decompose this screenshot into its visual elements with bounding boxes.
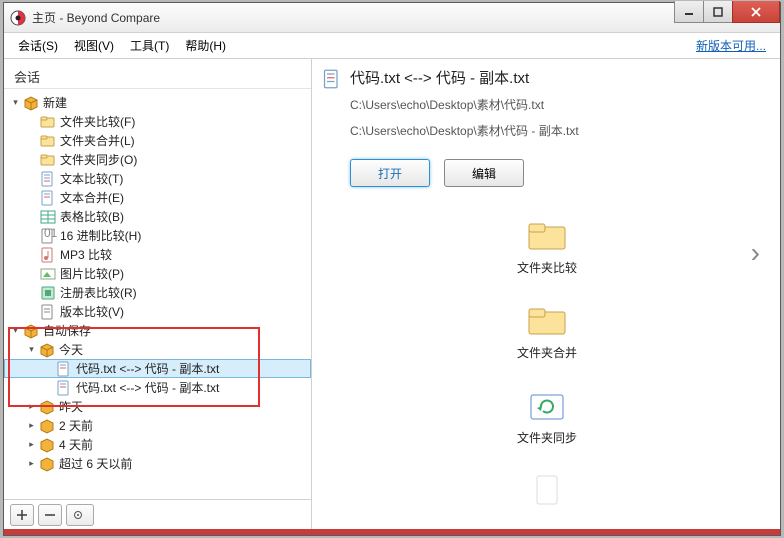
mp3-compare-icon [40,247,56,263]
box-icon [39,456,55,472]
box-icon [23,323,39,339]
folder-compare-icon [40,114,56,130]
tree-label: 2 天前 [59,417,93,434]
tree-label: 代码.txt <--> 代码 - 副本.txt [76,360,219,377]
category-folder-compare[interactable]: 文件夹比较 [492,219,602,276]
tree-label: 文件夹同步(O) [60,151,137,168]
tree-item-folder-sync[interactable]: 文件夹同步(O) [4,150,311,169]
tree-session-item[interactable]: 代码.txt <--> 代码 - 副本.txt [4,378,311,397]
box-icon [39,342,55,358]
tree-label: 注册表比较(R) [60,284,137,301]
close-button[interactable] [732,1,780,23]
category-more[interactable] [492,474,602,508]
status-bar [4,529,780,535]
table-compare-icon [40,209,56,225]
menu-view[interactable]: 视图(V) [66,34,122,57]
folder-sync-icon [527,389,567,423]
box-icon [39,437,55,453]
category-label: 文件夹比较 [517,259,577,276]
text-compare-icon [40,171,56,187]
text-merge-icon [40,190,56,206]
scroll-right-icon[interactable]: › [751,237,760,269]
tree-label: 超过 6 天以前 [59,455,132,472]
tree-label: 文本合并(E) [60,189,124,206]
category-label: 文件夹同步 [517,429,577,446]
tree-group-new[interactable]: ▾ 新建 [4,93,311,112]
folder-icon [527,219,567,253]
text-compare-icon [56,380,72,396]
tree-label: 今天 [59,341,83,358]
tree-label: 4 天前 [59,436,93,453]
session-title: 代码.txt <--> 代码 - 副本.txt [350,67,529,88]
document-icon [527,474,567,508]
tree-group-today[interactable]: ▾ 今天 [4,340,311,359]
version-compare-icon [40,304,56,320]
folder-merge-icon [40,133,56,149]
tree-item-text-merge[interactable]: 文本合并(E) [4,188,311,207]
box-icon [23,95,39,111]
tree-item-table-compare[interactable]: 表格比较(B) [4,207,311,226]
tree-item-folder-merge[interactable]: 文件夹合并(L) [4,131,311,150]
tree-group-yesterday[interactable]: ▸昨天 [4,397,311,416]
menu-session[interactable]: 会话(S) [10,34,66,57]
tree-label: 16 进制比较(H) [60,227,141,244]
config-button[interactable] [66,504,94,526]
update-link[interactable]: 新版本可用... [696,37,774,54]
folder-icon [527,304,567,338]
tree-session-item[interactable]: 代码.txt <--> 代码 - 副本.txt [4,359,311,378]
box-icon [39,418,55,434]
folder-sync-icon [40,152,56,168]
tree-item-mp3-compare[interactable]: MP3 比较 [4,245,311,264]
tree-label: 新建 [43,94,67,111]
tree-label: 自动保存 [43,322,91,339]
minimize-button[interactable] [674,1,704,23]
sidebar-header: 会话 [4,59,311,89]
tree-label: 文件夹合并(L) [60,132,135,149]
tree-item-registry-compare[interactable]: 注册表比较(R) [4,283,311,302]
open-button[interactable]: 打开 [350,159,430,187]
tree-label: 昨天 [59,398,83,415]
tree-label: 图片比较(P) [60,265,124,282]
text-compare-icon [56,361,72,377]
app-icon [10,10,26,26]
category-folder-merge[interactable]: 文件夹合并 [492,304,602,361]
tree-label: 代码.txt <--> 代码 - 副本.txt [76,379,219,396]
svg-text:01: 01 [44,226,58,240]
tree-label: 文件夹比较(F) [60,113,135,130]
tree-group-4days[interactable]: ▸4 天前 [4,435,311,454]
tree-label: MP3 比较 [60,246,112,263]
remove-button[interactable] [38,504,62,526]
tree-group-6days[interactable]: ▸超过 6 天以前 [4,454,311,473]
tree-item-version-compare[interactable]: 版本比较(V) [4,302,311,321]
tree-label: 表格比较(B) [60,208,124,225]
tree-label: 文本比较(T) [60,170,123,187]
session-tree[interactable]: ▾ 新建 文件夹比较(F) 文件夹合并(L) 文件夹同步(O) 文本比较(T) … [4,89,311,499]
picture-compare-icon [40,266,56,282]
tree-item-folder-compare[interactable]: 文件夹比较(F) [4,112,311,131]
tree-label: 版本比较(V) [60,303,124,320]
tree-item-text-compare[interactable]: 文本比较(T) [4,169,311,188]
maximize-button[interactable] [703,1,733,23]
registry-compare-icon [40,285,56,301]
window-title: 主页 - Beyond Compare [32,9,160,26]
box-icon [39,399,55,415]
tree-item-picture-compare[interactable]: 图片比较(P) [4,264,311,283]
menu-help[interactable]: 帮助(H) [177,34,234,57]
session-path-right: C:\Users\echo\Desktop\素材\代码 - 副本.txt [350,121,772,141]
text-compare-icon [322,69,342,89]
menu-tools[interactable]: 工具(T) [122,34,177,57]
tree-group-autosave[interactable]: ▾ 自动保存 [4,321,311,340]
edit-button[interactable]: 编辑 [444,159,524,187]
hex-compare-icon: 01 [40,228,56,244]
tree-group-2days[interactable]: ▸2 天前 [4,416,311,435]
tree-item-hex-compare[interactable]: 0116 进制比较(H) [4,226,311,245]
category-label: 文件夹合并 [517,344,577,361]
session-path-left: C:\Users\echo\Desktop\素材\代码.txt [350,95,772,115]
add-button[interactable] [10,504,34,526]
category-folder-sync[interactable]: 文件夹同步 [492,389,602,446]
